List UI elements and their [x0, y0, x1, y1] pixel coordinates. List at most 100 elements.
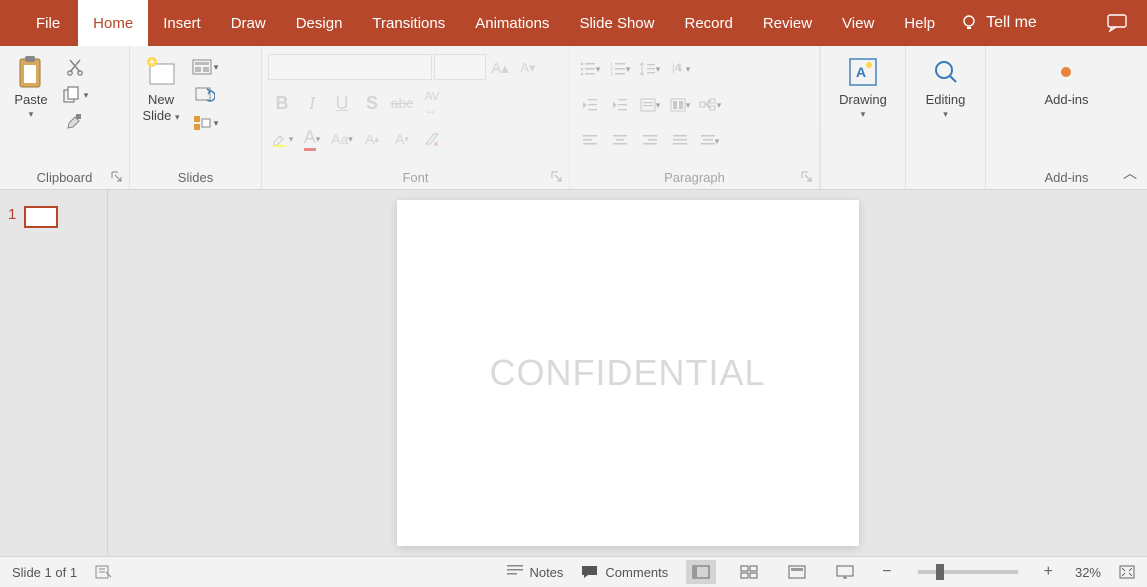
align-center-button[interactable]	[606, 127, 634, 155]
tab-transitions[interactable]: Transitions	[357, 0, 460, 46]
tell-me[interactable]: Tell me	[960, 14, 1037, 32]
slide-count: Slide 1 of 1	[12, 565, 77, 580]
tab-insert[interactable]: Insert	[148, 0, 216, 46]
slide-sorter-button[interactable]	[734, 560, 764, 584]
tab-review[interactable]: Review	[748, 0, 827, 46]
group-paragraph: ▾ 123▾ ▾ |A▾ ▾ ▾ ▾ ▾ Paragraph	[570, 46, 820, 189]
justify-button[interactable]	[666, 127, 694, 155]
tab-draw[interactable]: Draw	[216, 0, 281, 46]
reading-view-button[interactable]	[782, 560, 812, 584]
underline-button[interactable]: U	[328, 89, 356, 117]
slide-canvas-area[interactable]: CONFIDENTIAL	[108, 190, 1147, 556]
superscript-button[interactable]: A▴	[358, 125, 386, 153]
bold-button[interactable]: B	[268, 89, 296, 117]
tab-slideshow[interactable]: Slide Show	[564, 0, 669, 46]
accessibility-icon[interactable]	[95, 564, 113, 580]
chevron-down-icon: ▾	[861, 109, 866, 120]
paragraph-launcher-icon[interactable]	[801, 171, 815, 185]
zoom-level[interactable]: 32%	[1075, 565, 1101, 580]
format-painter-button[interactable]	[60, 110, 90, 136]
slide-thumbnail[interactable]	[24, 206, 58, 228]
layout-button[interactable]: ▾	[190, 54, 220, 80]
tab-help[interactable]: Help	[889, 0, 950, 46]
subscript-button[interactable]: A▾	[388, 125, 416, 153]
align-right-button[interactable]	[636, 127, 664, 155]
copy-button[interactable]: ▾	[60, 82, 90, 108]
clear-format-button[interactable]	[418, 125, 446, 153]
text-direction-button[interactable]: |A▾	[666, 55, 694, 83]
strikethrough-button[interactable]: abc	[388, 89, 416, 117]
slide[interactable]: CONFIDENTIAL	[397, 200, 859, 546]
editing-button[interactable]: Editing ▾	[920, 50, 972, 124]
decrease-font-icon[interactable]: A▾	[514, 54, 542, 82]
zoom-in-button[interactable]: +	[1040, 563, 1057, 581]
cut-button[interactable]	[60, 54, 90, 80]
group-label-font: Font	[268, 167, 563, 189]
new-slide-button[interactable]: NewSlide ▾	[136, 50, 186, 129]
zoom-handle[interactable]	[936, 564, 944, 580]
group-label-paragraph: Paragraph	[576, 167, 813, 189]
paste-button[interactable]: Paste ▾	[6, 50, 56, 124]
chevron-down-icon: ▾	[943, 109, 948, 120]
columns-button[interactable]: ▾	[666, 91, 694, 119]
group-clipboard: Paste ▾ ▾ Clipboard	[0, 46, 130, 189]
collapse-ribbon-icon[interactable]: ︿	[1123, 163, 1137, 183]
increase-font-icon[interactable]: A▴	[486, 54, 514, 82]
group-label-addins: Add-ins	[992, 167, 1141, 189]
clipboard-icon	[13, 54, 49, 90]
group-label-slides: Slides	[136, 167, 255, 189]
group-slides: NewSlide ▾ ▾ ▾ Slides	[130, 46, 262, 189]
increase-indent-button[interactable]	[606, 91, 634, 119]
group-label-clipboard: Clipboard	[6, 167, 123, 189]
drawing-button[interactable]: A Drawing ▾	[833, 50, 893, 124]
comments-pane-icon[interactable]	[1107, 14, 1129, 32]
char-spacing-button[interactable]: AV↔	[418, 89, 446, 117]
distribute-button[interactable]: ▾	[696, 127, 724, 155]
bullets-button[interactable]: ▾	[576, 55, 604, 83]
drawing-icon: A	[845, 54, 881, 90]
group-editing: Editing ▾	[906, 46, 986, 189]
svg-text:A: A	[856, 64, 866, 80]
fit-to-window-button[interactable]	[1119, 565, 1135, 579]
lightbulb-icon	[960, 14, 978, 32]
slide-thumbnail-pane[interactable]: 1	[0, 190, 108, 556]
clipboard-launcher-icon[interactable]	[111, 171, 125, 185]
chevron-down-icon: ▾	[29, 109, 34, 120]
zoom-out-button[interactable]: −	[878, 563, 895, 581]
smartart-button[interactable]: ▾	[696, 91, 724, 119]
ribbon-tab-bar: File Home Insert Draw Design Transitions…	[0, 0, 1147, 46]
align-left-button[interactable]	[576, 127, 604, 155]
tab-home[interactable]: Home	[78, 0, 148, 46]
status-bar: Slide 1 of 1 Notes Comments − + 32%	[0, 556, 1147, 587]
tab-view[interactable]: View	[827, 0, 889, 46]
line-spacing-button[interactable]: ▾	[636, 55, 664, 83]
tab-animations[interactable]: Animations	[460, 0, 564, 46]
notes-button[interactable]: Notes	[507, 565, 563, 580]
reset-button[interactable]	[190, 82, 220, 108]
zoom-slider[interactable]	[918, 570, 1018, 574]
change-case-button[interactable]: Aa▾	[328, 125, 356, 153]
align-text-button[interactable]: ▾	[636, 91, 664, 119]
new-slide-label1: New	[148, 92, 174, 107]
tab-record[interactable]: Record	[669, 0, 747, 46]
section-button[interactable]: ▾	[190, 110, 220, 136]
addins-button[interactable]: Add-ins	[1038, 50, 1094, 112]
numbering-button[interactable]: 123▾	[606, 55, 634, 83]
italic-button[interactable]: I	[298, 89, 326, 117]
font-launcher-icon[interactable]	[551, 171, 565, 185]
tab-file[interactable]: File	[18, 0, 78, 46]
normal-view-button[interactable]	[686, 560, 716, 584]
font-color-button[interactable]: A▾	[298, 125, 326, 153]
comments-button[interactable]: Comments	[581, 565, 668, 580]
slide-number: 1	[8, 206, 16, 223]
editing-label: Editing	[926, 92, 966, 108]
shadow-button[interactable]: S	[358, 89, 386, 117]
decrease-indent-button[interactable]	[576, 91, 604, 119]
font-size-select[interactable]	[434, 54, 486, 80]
font-family-select[interactable]	[268, 54, 432, 80]
workspace: 1 CONFIDENTIAL	[0, 190, 1147, 556]
slideshow-view-button[interactable]	[830, 560, 860, 584]
tab-design[interactable]: Design	[281, 0, 358, 46]
highlight-button[interactable]: ▾	[268, 125, 296, 153]
group-font: A▴ A▾ B I U S abc AV↔ ▾ A▾ Aa▾ A▴ A▾ Fon…	[262, 46, 570, 189]
